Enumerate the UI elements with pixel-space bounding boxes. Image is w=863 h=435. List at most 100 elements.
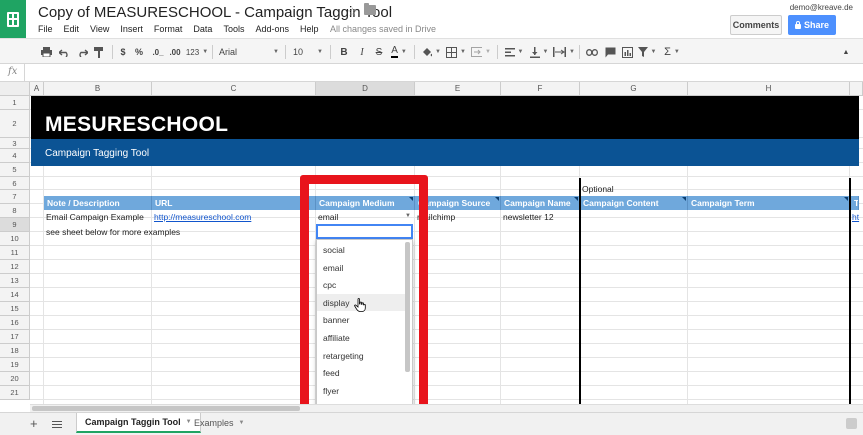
menu-data[interactable]: Data (193, 24, 212, 34)
cell-i8-partial[interactable]: ht (852, 212, 860, 222)
row-header[interactable]: 19 (0, 358, 30, 372)
column-header-d[interactable]: D (316, 82, 415, 96)
row-header[interactable]: 10 (0, 232, 30, 246)
menu-format[interactable]: Format (154, 24, 183, 34)
row-header[interactable]: 20 (0, 372, 30, 386)
explore-icon[interactable] (846, 418, 857, 429)
currency-button[interactable]: $ (118, 45, 128, 59)
add-sheet-button[interactable]: + (30, 416, 38, 431)
row-header[interactable]: 5 (0, 163, 30, 177)
percent-button[interactable]: % (134, 45, 144, 59)
row-header[interactable]: 1 (0, 96, 30, 110)
cell-b9[interactable]: see sheet below for more examples (46, 227, 306, 237)
column-header-i[interactable] (850, 82, 863, 96)
menu-file[interactable]: File (38, 24, 53, 34)
sheet-title[interactable]: MESURESCHOOL (45, 113, 228, 137)
column-header-b[interactable]: B (44, 82, 152, 96)
header-note-description[interactable]: Note / Description (44, 196, 152, 210)
cell-e8[interactable]: mailchimp (417, 212, 499, 222)
note-marker-icon (844, 197, 848, 201)
align-horizontal-icon[interactable]: ▼ (504, 45, 524, 59)
insert-link-icon[interactable] (585, 45, 599, 59)
tab-campaign-taggin-tool[interactable]: Campaign Taggin Tool ▼ (76, 413, 201, 433)
cell-b8[interactable]: Email Campaign Example (46, 212, 150, 222)
sheet-subtitle[interactable]: Campaign Tagging Tool (45, 148, 149, 159)
redo-icon[interactable] (76, 45, 88, 59)
user-email[interactable]: demo@kreave.de (790, 3, 853, 12)
italic-button[interactable]: I (356, 45, 368, 59)
row-header[interactable]: 12 (0, 260, 30, 274)
optional-label[interactable]: Optional (582, 184, 614, 194)
insert-comment-icon[interactable] (603, 45, 617, 59)
row-header[interactable]: 4 (0, 149, 30, 163)
font-family-select[interactable]: Arial ▼ (219, 45, 279, 59)
doc-title[interactable]: Copy of MEASURESCHOOL - Campaign Taggin … (38, 4, 392, 21)
bold-button[interactable]: B (338, 45, 350, 59)
row-header[interactable]: 6 (0, 177, 30, 190)
menu-view[interactable]: View (90, 24, 109, 34)
row-header[interactable]: 21 (0, 386, 30, 400)
column-header-c[interactable]: C (152, 82, 316, 96)
tab-examples[interactable]: Examples ▼ (186, 413, 252, 433)
header-campaign-name[interactable]: Campaign Name (501, 196, 580, 210)
menu-addons[interactable]: Add-ons (255, 24, 289, 34)
column-header-e[interactable]: E (415, 82, 501, 96)
row-header[interactable]: 7 (0, 190, 30, 204)
row-header[interactable]: 16 (0, 316, 30, 330)
formula-bar[interactable]: fx (0, 64, 863, 82)
cell-c8-link[interactable]: http://measureschool.com (154, 212, 314, 222)
functions-button[interactable]: Σ ▼ (662, 45, 682, 59)
undo-icon[interactable] (58, 45, 70, 59)
font-family-value: Arial (219, 47, 238, 57)
column-header-h[interactable]: H (688, 82, 850, 96)
header-partial-i[interactable]: T (851, 196, 859, 210)
row-header[interactable]: 17 (0, 330, 30, 344)
row-header[interactable]: 9 (0, 218, 30, 232)
row-header[interactable]: 11 (0, 246, 30, 260)
cell-f8[interactable]: newsletter 12 (503, 212, 578, 222)
share-button[interactable]: Share (788, 15, 836, 35)
align-vertical-icon[interactable]: ▼ (529, 45, 549, 59)
collapse-menu-icon[interactable]: ▲ (840, 45, 852, 59)
menu-tools[interactable]: Tools (223, 24, 244, 34)
horizontal-scrollbar[interactable] (30, 404, 863, 412)
merge-cells-icon[interactable]: ▼ (471, 45, 491, 59)
header-url[interactable]: URL (152, 196, 316, 210)
filter-icon[interactable]: ▼ (637, 45, 657, 59)
fill-color-icon[interactable]: ▼ (421, 45, 441, 59)
scrollbar-thumb[interactable] (32, 406, 300, 411)
row-header[interactable]: 2 (0, 110, 30, 138)
insert-chart-icon[interactable] (620, 45, 634, 59)
star-icon[interactable]: ☆ (347, 5, 358, 19)
paint-format-icon[interactable] (93, 45, 105, 59)
text-color-button[interactable]: A ▼ (390, 45, 408, 59)
header-campaign-content[interactable]: Campaign Content (580, 196, 688, 210)
all-sheets-icon[interactable] (52, 421, 62, 428)
column-header-a[interactable]: A (30, 82, 44, 96)
strikethrough-button[interactable]: S (373, 45, 385, 59)
comments-button[interactable]: Comments (730, 15, 782, 35)
row-header[interactable]: 8 (0, 204, 30, 218)
menu-edit[interactable]: Edit (64, 24, 80, 34)
print-icon[interactable] (40, 45, 52, 59)
more-formats-button[interactable]: 123 ▼ (186, 45, 208, 59)
column-header-f[interactable]: F (501, 82, 580, 96)
row-header[interactable]: 14 (0, 288, 30, 302)
chevron-down-icon[interactable]: ▼ (239, 420, 245, 426)
text-wrapping-icon[interactable]: ▼ (553, 45, 575, 59)
sheets-logo-icon[interactable] (0, 0, 26, 38)
borders-icon[interactable]: ▼ (446, 45, 466, 59)
row-header[interactable]: 18 (0, 344, 30, 358)
row-header[interactable]: 15 (0, 302, 30, 316)
header-campaign-term[interactable]: Campaign Term (688, 196, 850, 210)
font-size-select[interactable]: 10 ▼ (293, 45, 323, 59)
folder-icon[interactable] (364, 3, 376, 15)
column-header-g[interactable]: G (580, 82, 688, 96)
menu-help[interactable]: Help (300, 24, 319, 34)
menu-insert[interactable]: Insert (120, 24, 143, 34)
decrease-decimal-button[interactable]: .0_ (151, 45, 165, 59)
row-header[interactable]: 3 (0, 138, 30, 149)
increase-decimal-button[interactable]: .00 (168, 45, 182, 59)
row-header[interactable]: 13 (0, 274, 30, 288)
select-all-corner[interactable] (0, 82, 30, 96)
